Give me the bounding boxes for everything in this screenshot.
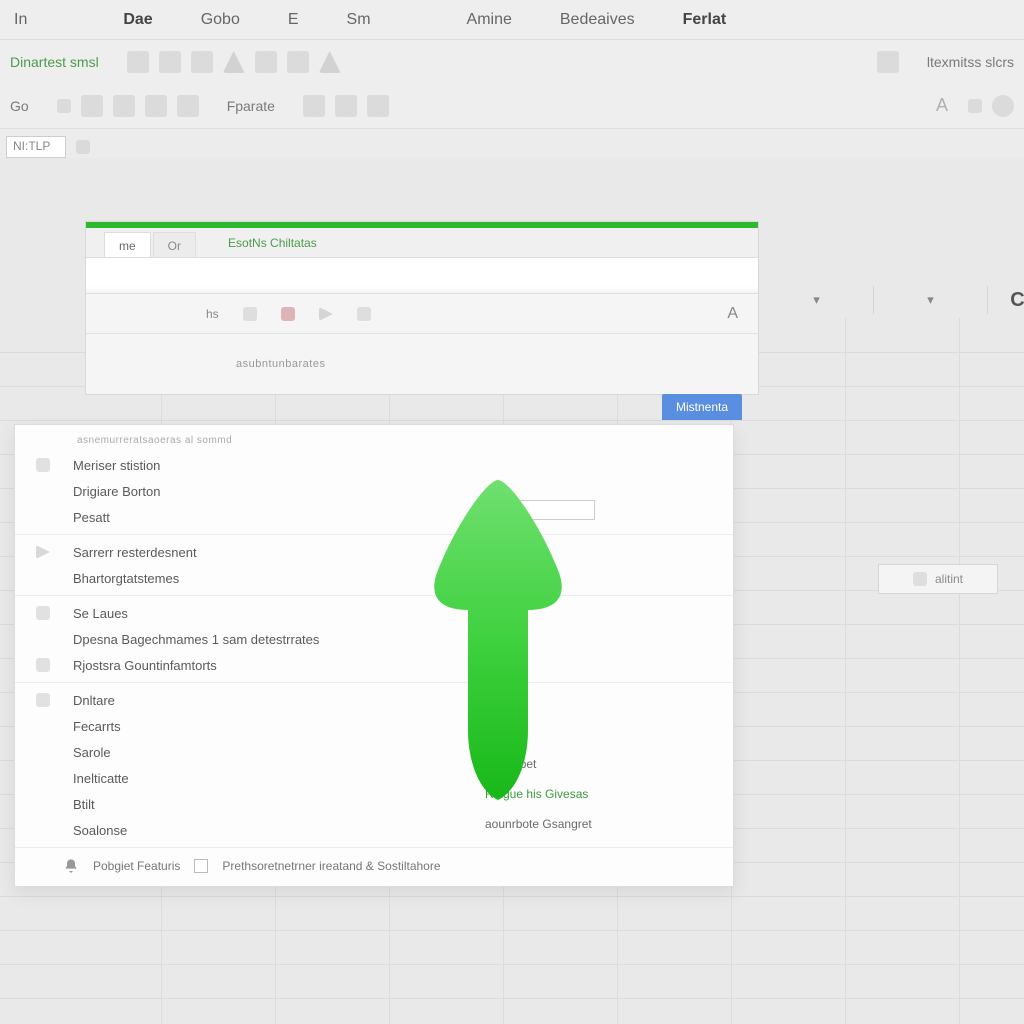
menu-right-item[interactable]: P <box>425 719 705 749</box>
ribbon-icon[interactable] <box>287 51 309 73</box>
menu-right-item[interactable]: aounrbote Gsangret <box>425 809 705 839</box>
panel-toolbar: hs A <box>86 294 758 334</box>
menu-gobo[interactable]: Gobo <box>197 5 244 35</box>
menu-right-item[interactable] <box>425 495 705 525</box>
ribbon-label-left: Dinartest smsl <box>10 54 99 70</box>
footer-checkbox[interactable] <box>194 859 208 873</box>
menu-e[interactable]: E <box>284 5 303 35</box>
ribbon-icon[interactable] <box>145 95 167 117</box>
ribbon-icon[interactable] <box>223 51 245 73</box>
menu-right-item[interactable]: Coashpet <box>425 749 705 779</box>
toolbar-icon[interactable] <box>281 307 295 321</box>
toolbar-icon[interactable] <box>357 307 371 321</box>
ribbon-icon[interactable] <box>113 95 135 117</box>
ribbon-icon[interactable] <box>81 95 103 117</box>
blue-tab[interactable]: Mistnenta <box>662 394 742 420</box>
menu-in[interactable]: In <box>10 5 31 35</box>
ribbon-icon[interactable] <box>191 51 213 73</box>
panel-tab-1[interactable]: me <box>104 232 151 257</box>
ribbon: Dinartest smsl ltexmitss slcrs Go Fparat… <box>0 40 1024 129</box>
circle-icon[interactable] <box>992 95 1014 117</box>
tag-icon <box>36 606 50 620</box>
lock-icon[interactable] <box>877 51 899 73</box>
side-button-icon <box>913 572 927 586</box>
side-button-label: alitint <box>935 572 963 586</box>
ribbon-icon[interactable] <box>335 95 357 117</box>
toolbar-icon[interactable] <box>243 307 257 321</box>
context-menu: asnemurreratsaoeras al sommd Meriser sti… <box>14 424 734 887</box>
menu-footer: Pobgiet Featuris Prethsoretnetrner ireat… <box>15 854 733 874</box>
col-header[interactable]: ▾ <box>874 286 988 314</box>
db-icon <box>36 658 50 672</box>
panel-tb-item[interactable]: hs <box>206 307 219 321</box>
ribbon-fparate-label: Fparate <box>227 98 275 114</box>
popup-panel: me Or EsotNs Chiltatas hs A asubntunbara… <box>86 222 758 394</box>
ribbon-label-right: ltexmitss slcrs <box>927 54 1014 70</box>
menu-ferlat[interactable]: Ferlat <box>679 5 731 35</box>
folder-icon <box>36 693 50 707</box>
panel-hint: EsotNs Chiltatas <box>228 236 317 250</box>
ribbon-icon[interactable] <box>968 99 982 113</box>
panel-tab-2[interactable]: Or <box>153 232 196 257</box>
ribbon-icon[interactable] <box>57 99 71 113</box>
font-icon[interactable] <box>936 95 958 117</box>
menu-title: asnemurreratsaoeras al sommd <box>15 431 733 452</box>
side-button[interactable]: alitint <box>878 564 998 594</box>
panel-body: asubntunbarates <box>86 334 758 394</box>
panel-tb-a[interactable]: A <box>727 305 738 323</box>
menubar: In Dae Gobo E Sm Amine Bedeaives Ferlat <box>0 0 1024 40</box>
menu-separator <box>15 847 733 848</box>
column-headers: ▾ ▾ C <box>760 286 1014 314</box>
menu-blank2 <box>415 14 423 26</box>
ribbon-icon[interactable] <box>319 51 341 73</box>
panel-formula-input[interactable] <box>86 258 758 294</box>
menu-item[interactable]: Meriser stistion <box>15 452 733 478</box>
panel-body-text: asubntunbarates <box>236 358 325 370</box>
menu-right-item <box>425 599 705 719</box>
footer-right-label: Prethsoretnetrner ireatand & Sostiltahor… <box>222 859 440 873</box>
gear-icon <box>36 458 50 472</box>
menu-right-item <box>425 525 705 569</box>
col-header[interactable]: ▾ <box>760 286 874 314</box>
right-icon <box>503 727 517 741</box>
menu-blank1 <box>71 14 79 26</box>
menu-bedeaives[interactable]: Bedeaives <box>556 5 639 35</box>
ribbon-icon[interactable] <box>367 95 389 117</box>
name-box[interactable]: NI:TLP <box>6 136 66 158</box>
right-input[interactable] <box>485 500 595 520</box>
menu-right-item[interactable]: Bors <box>425 569 705 599</box>
menu-sm[interactable]: Sm <box>343 5 375 35</box>
ribbon-go-label: Go <box>10 98 29 114</box>
menu-amine[interactable]: Amine <box>463 5 516 35</box>
ribbon-icon[interactable] <box>303 95 325 117</box>
ribbon-icon[interactable] <box>255 51 277 73</box>
menu-dae[interactable]: Dae <box>119 5 156 35</box>
play-icon[interactable] <box>319 307 333 321</box>
footer-left-label[interactable]: Pobgiet Featuris <box>93 859 180 873</box>
col-header-c[interactable]: C <box>988 286 1024 314</box>
play-icon <box>36 545 50 559</box>
fx-icon[interactable] <box>76 140 90 154</box>
ribbon-icon[interactable] <box>177 95 199 117</box>
menu-right-item[interactable]: Reigue his Givesas <box>425 779 705 809</box>
ribbon-icon[interactable] <box>159 51 181 73</box>
menu-right-column: Bors P Coashpet Reigue his Givesas aounr… <box>425 495 705 839</box>
bell-icon <box>63 858 79 874</box>
panel-tabs: me Or EsotNs Chiltatas <box>86 228 758 258</box>
ribbon-icon[interactable] <box>127 51 149 73</box>
